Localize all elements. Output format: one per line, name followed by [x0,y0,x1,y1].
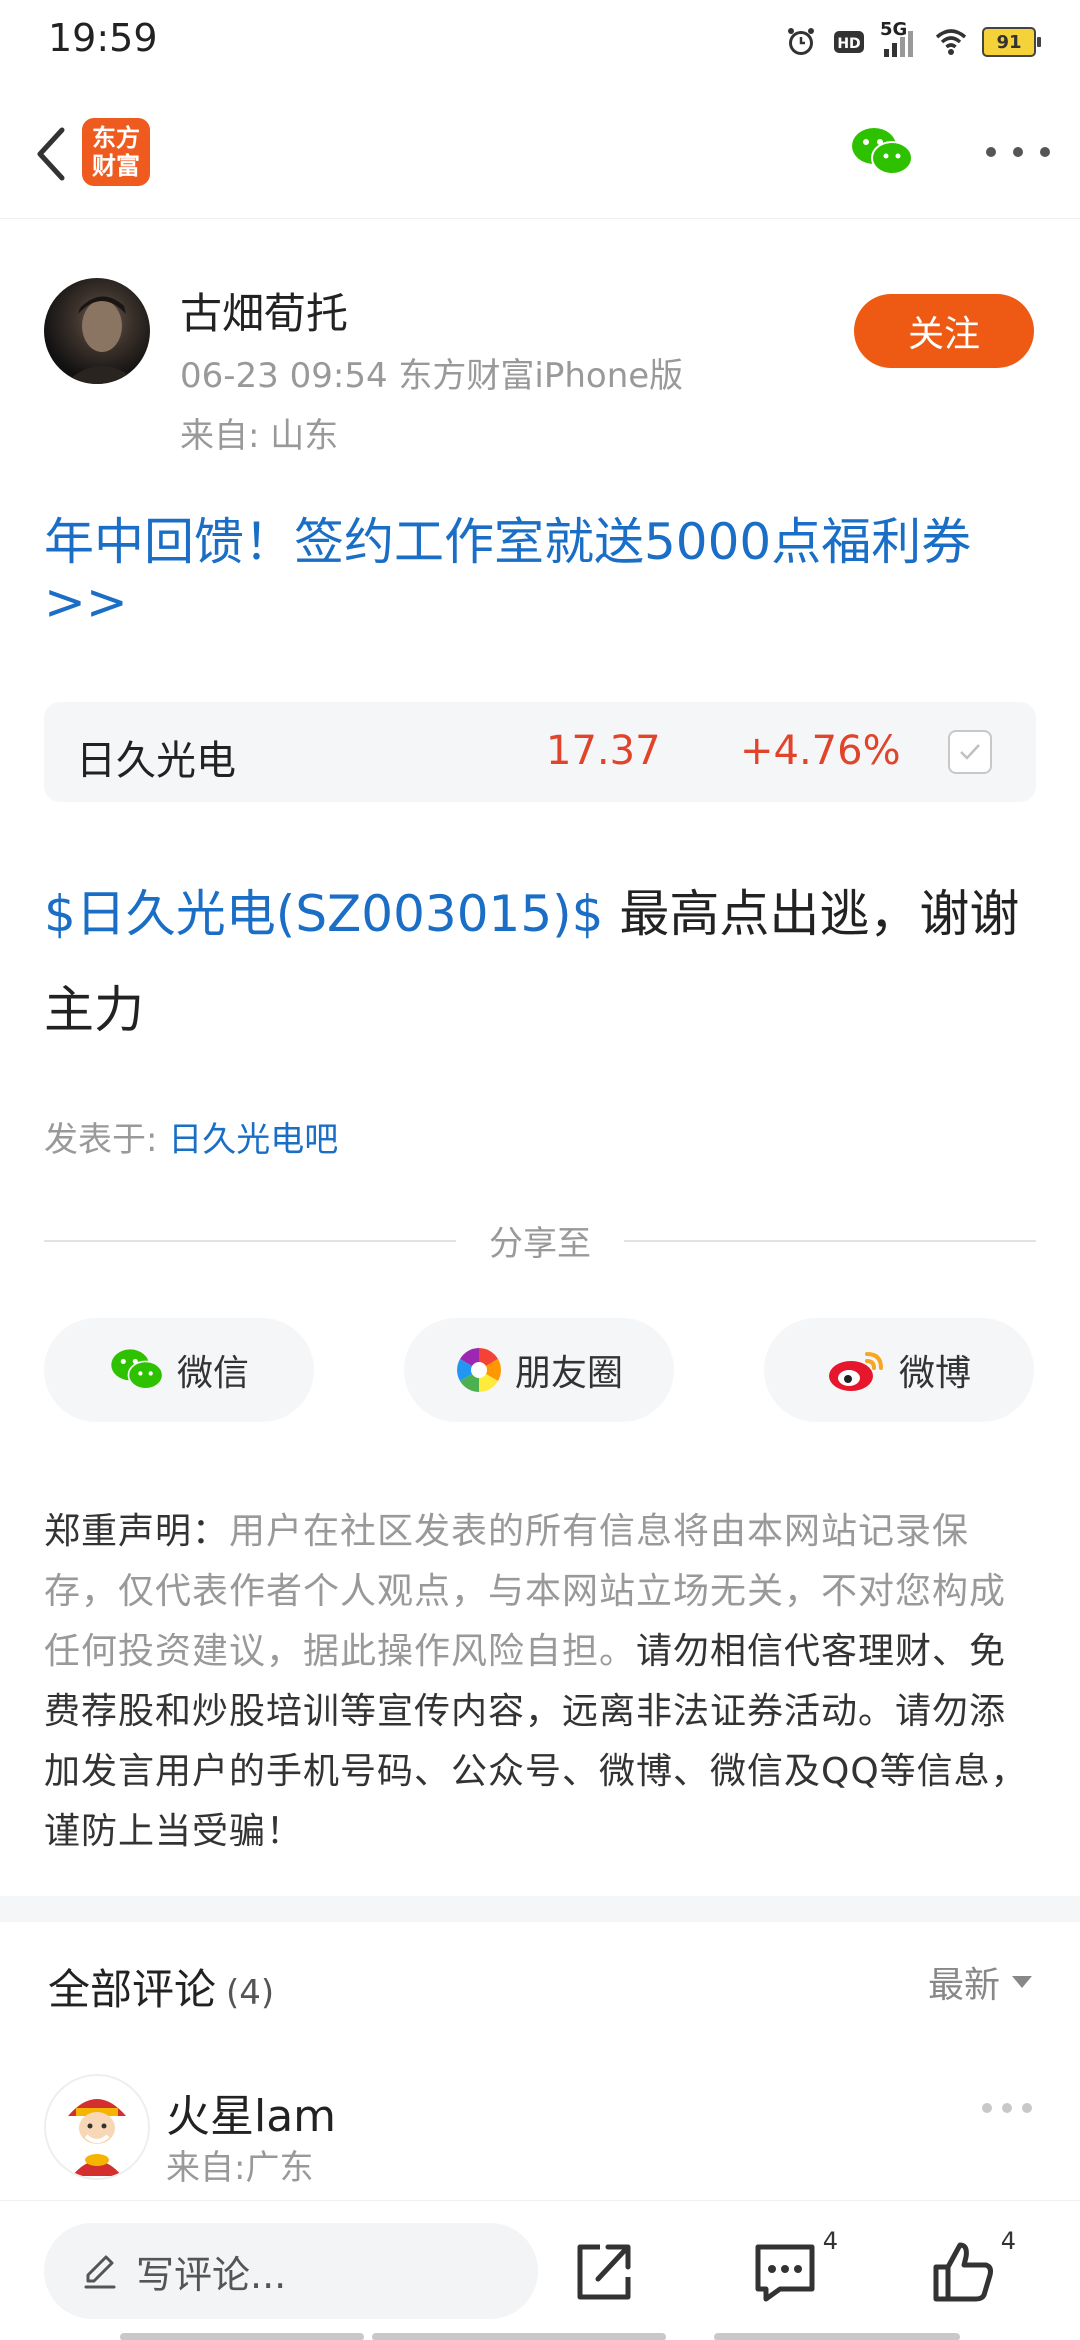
forum-link[interactable]: 日久光电吧 [168,1120,338,1160]
disclaimer: 郑重声明：用户在社区发表的所有信息将由本网站记录保存，仅代表作者个人观点，与本网… [44,1502,1040,1862]
weibo-icon [828,1352,883,1391]
comment-avatar[interactable] [44,2074,150,2180]
check-icon [960,744,980,760]
follow-button[interactable]: 关注 [854,294,1034,368]
author-avatar[interactable] [44,278,150,384]
like-count-badge: 4 [1000,2227,1016,2255]
home-indicator-left [120,2333,364,2340]
comment-location: 来自:广东 [166,2148,314,2188]
comment-input-placeholder: 写评论... [136,2252,287,2297]
posted-in-label: 发表于: [44,1120,169,1160]
disclaimer-label: 郑重声明： [44,1511,230,1552]
share-weibo-button[interactable]: 微博 [764,1318,1034,1422]
posted-in: 发表于: 日久光电吧 [44,1112,338,1161]
promo-link[interactable]: 年中回馈！签约工作室就送5000点福利券>> [44,512,1034,632]
sort-label: 最新 [927,1965,1000,2006]
home-indicator-mid [372,2333,666,2340]
status-time: 19:59 [48,16,158,60]
share-icon [577,2244,631,2300]
back-icon [37,127,65,181]
section-divider [0,1896,1080,1922]
follow-label: 关注 [907,314,980,355]
wechat-icon[interactable] [850,124,914,180]
like-button[interactable]: 4 [928,2227,1016,2307]
home-indicator-right [714,2333,960,2340]
wifi-icon [935,29,967,55]
share-wechat-label: 微信 [176,1353,249,1394]
comment-username[interactable]: 火星lam [166,2080,336,2144]
stock-card[interactable]: 日久光电 17.37 +4.76% [44,702,1036,802]
pencil-icon [84,2255,116,2289]
share-weibo-label: 微博 [898,1353,971,1394]
moments-icon [456,1348,501,1392]
watchlist-checkbox[interactable] [948,730,992,774]
alarm-icon [788,28,814,55]
author-name[interactable]: 古畑荀托 [180,280,348,341]
share-divider-right [624,1240,1036,1242]
signal-icon: 5G [880,19,920,61]
share-button[interactable] [568,2237,638,2307]
share-wechat-button[interactable]: 微信 [44,1318,314,1422]
stock-price: 17.37 [546,728,661,774]
chevron-down-icon [1012,1976,1032,1988]
comment-input[interactable]: 写评论... [44,2223,538,2319]
sort-dropdown[interactable]: 最新 [928,1956,1032,2008]
thumbs-up-icon [933,2242,993,2302]
wechat-icon [111,1349,164,1390]
comment-count-badge: 4 [822,2227,838,2255]
share-moments-button[interactable]: 朋友圈 [404,1318,674,1422]
post-stock-tag[interactable]: $日久光电(SZ003015)$ [44,885,604,943]
status-bar: 19:59 HD 5G 91 [0,0,1080,80]
post-body: $日久光电(SZ003015)$ 最高点出逃，谢谢主力 [44,866,1040,1058]
bottom-toolbar: 写评论... 4 4 [0,2200,1080,2340]
svg-text:HD: HD [837,36,860,52]
status-icons: HD 5G 91 [784,19,1041,64]
hd-icon: HD [834,31,864,53]
comment-more-icon[interactable] [982,2102,1032,2114]
comments-count: (4) [226,1973,275,2013]
comments-title: 全部评论 [48,1965,217,2014]
post-detail-page: 19:59 HD 5G 91 东方财富 古畑荀托 06-23 09:54 东方财… [0,0,1080,2340]
app-logo-text: 东方财富 [92,124,140,180]
comments-button[interactable]: 4 [750,2227,838,2307]
comment-icon [755,2244,815,2302]
stock-change: +4.76% [740,728,901,774]
battery-level: 91 [996,31,1022,53]
more-icon[interactable] [986,130,1050,174]
app-logo[interactable]: 东方财富 [82,118,150,186]
comments-header: 全部评论 (4) [48,1956,274,2017]
post-location: 来自: 山东 [180,416,339,456]
battery-icon: 91 [982,27,1041,57]
stock-name: 日久光电 [76,738,236,784]
nav-bar: 东方财富 [0,90,1080,219]
share-moments-label: 朋友圈 [514,1353,623,1394]
post-meta: 06-23 09:54 东方财富iPhone版 [180,356,684,396]
back-button[interactable] [20,114,80,194]
